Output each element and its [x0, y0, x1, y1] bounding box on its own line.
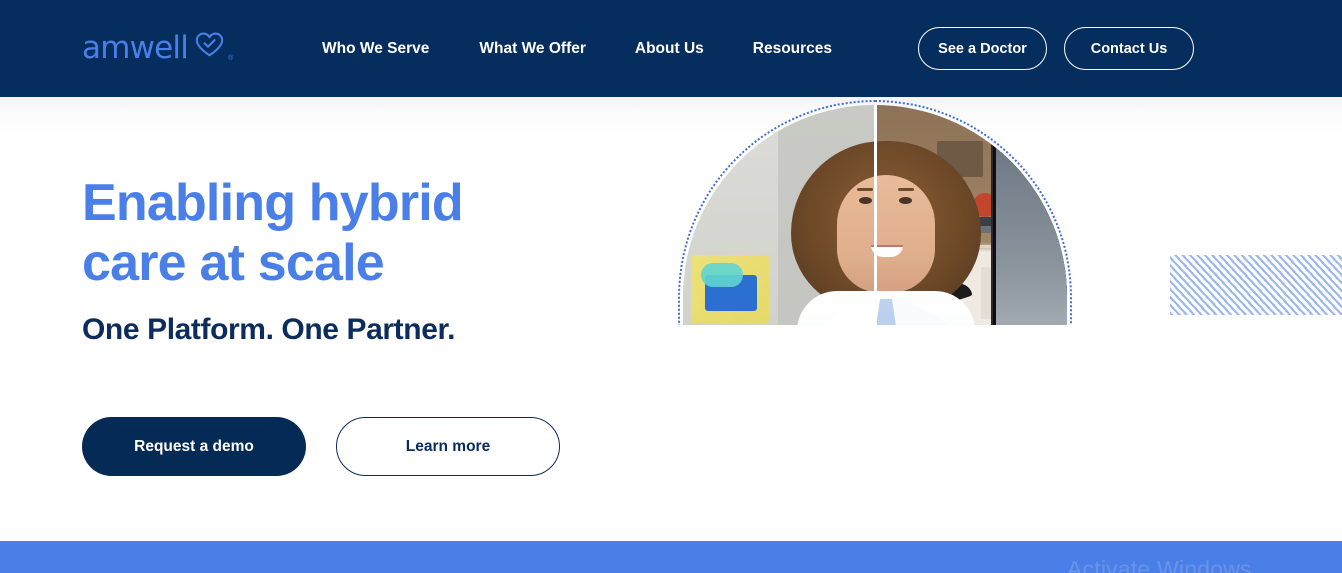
bottom-blue-band: Activate Windows: [0, 541, 1342, 573]
nav-item-what-we-offer[interactable]: What We Offer: [479, 0, 586, 97]
brand-logo[interactable]: amwell ®: [82, 32, 233, 64]
site-header: amwell ® Who We Serve What We Offer Abou…: [0, 0, 1342, 97]
registered-trademark-symbol: ®: [228, 55, 234, 62]
nav-item-resources[interactable]: Resources: [753, 0, 832, 97]
phone-url-bar: healthvideo.com: [996, 134, 1067, 147]
nav-item-who-we-serve[interactable]: Who We Serve: [322, 0, 429, 97]
diagonal-stripe-decoration: [1170, 255, 1342, 315]
front-camera-icon: [1012, 122, 1017, 127]
nav-item-about-us[interactable]: About Us: [635, 0, 704, 97]
more-options-icon: [1049, 149, 1065, 161]
brand-wordmark: amwell: [82, 29, 189, 66]
contact-us-button[interactable]: Contact Us: [1064, 27, 1194, 70]
arch-hero-image: healthvideo.com ...get your diab...: [678, 100, 1072, 325]
windows-activation-watermark: Activate Windows: [1067, 556, 1252, 573]
hero-subtitle: One Platform. One Partner.: [82, 313, 456, 346]
primary-nav: Who We Serve What We Offer About Us Reso…: [322, 0, 832, 97]
heart-check-icon: [195, 32, 224, 62]
hero-section: Enabling hybrid care at scale One Platfo…: [0, 97, 1342, 541]
phone-notch: [1019, 120, 1045, 129]
battery-icon: [1052, 123, 1064, 129]
stripe-shape: [1170, 255, 1342, 315]
hero-actions: Request a demo Learn more: [82, 417, 560, 476]
see-a-doctor-button[interactable]: See a Doctor: [918, 27, 1047, 70]
request-a-demo-button[interactable]: Request a demo: [82, 417, 306, 476]
page-title: Enabling hybrid care at scale: [82, 174, 464, 292]
header-actions: See a Doctor Contact Us: [918, 27, 1194, 70]
learn-more-button[interactable]: Learn more: [336, 417, 560, 476]
image-split-divider: [874, 105, 877, 325]
